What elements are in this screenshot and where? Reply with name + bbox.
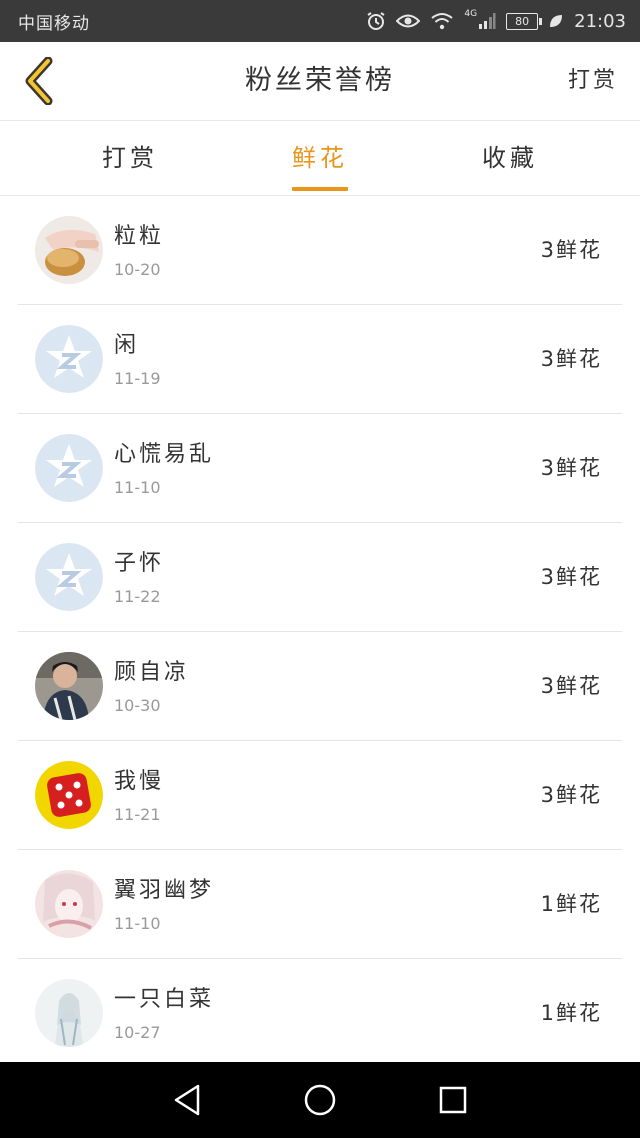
- list-item[interactable]: 闲 11-19 3鲜花: [18, 305, 622, 414]
- avatar: [35, 979, 103, 1047]
- list-item[interactable]: 顾自凉 10-30 3鲜花: [18, 632, 622, 741]
- list-item[interactable]: 子怀 11-22 3鲜花: [18, 523, 622, 632]
- header-bar: 粉丝荣誉榜 打赏: [0, 42, 640, 121]
- nav-home-button[interactable]: [290, 1070, 350, 1130]
- tab-bar: 打赏 鲜花 收藏: [0, 121, 640, 196]
- tab-reward[interactable]: 打赏: [50, 121, 210, 195]
- status-icons: 4G 80 21:03: [366, 9, 626, 32]
- flower-count: 3鲜花: [540, 783, 602, 807]
- default-avatar-icon: [35, 543, 103, 611]
- flower-count: 1鲜花: [540, 1001, 602, 1025]
- flower-count: 3鲜花: [540, 456, 602, 480]
- flower-count: 1鲜花: [540, 892, 602, 916]
- battery-icon: 80: [506, 12, 543, 30]
- status-bar: 中国移动 4G 80 21:03: [0, 0, 640, 42]
- list-item[interactable]: 翼羽幽梦 11-10 1鲜花: [18, 850, 622, 959]
- network-type-label: 4G: [464, 9, 478, 19]
- circle-home-icon: [304, 1084, 336, 1116]
- clock: 21:03: [574, 10, 626, 32]
- list-item[interactable]: 粒粒 10-20 3鲜花: [18, 196, 622, 305]
- triangle-back-icon: [174, 1084, 199, 1116]
- fan-name: 闲: [114, 333, 140, 358]
- avatar: [35, 216, 103, 284]
- page-title: 粉丝荣誉榜: [245, 65, 395, 96]
- fan-name: 顾自凉: [114, 660, 190, 685]
- leaf-icon: [548, 13, 564, 29]
- fan-list: 粒粒 10-20 3鲜花 闲 11-19 3鲜花 心慌易乱 11-10 3鲜花: [18, 196, 622, 1068]
- chevron-left-icon: [25, 57, 53, 105]
- list-item[interactable]: 一只白菜 10-27 1鲜花: [18, 959, 622, 1068]
- list-item[interactable]: 心慌易乱 11-10 3鲜花: [18, 414, 622, 523]
- reward-header-button[interactable]: 打赏: [568, 42, 618, 120]
- fan-date: 11-10: [114, 914, 161, 933]
- signal-icon: 4G: [464, 9, 496, 30]
- flower-count: 3鲜花: [540, 565, 602, 589]
- fan-date: 11-21: [114, 805, 161, 824]
- tab-active-indicator: [292, 187, 348, 191]
- avatar: [35, 652, 103, 720]
- fan-name: 翼羽幽梦: [114, 878, 215, 903]
- tab-favorites[interactable]: 收藏: [430, 121, 590, 195]
- fan-name: 子怀: [114, 551, 165, 576]
- back-button[interactable]: [14, 54, 64, 108]
- avatar: [35, 870, 103, 938]
- flower-count: 3鲜花: [540, 347, 602, 371]
- fan-name: 我慢: [114, 769, 165, 794]
- nav-recents-button[interactable]: [423, 1070, 483, 1130]
- nav-back-button[interactable]: [157, 1070, 217, 1130]
- fan-name: 粒粒: [114, 224, 165, 249]
- list-item[interactable]: 我慢 11-21 3鲜花: [18, 741, 622, 850]
- fan-date: 11-22: [114, 587, 161, 606]
- fan-name: 心慌易乱: [114, 442, 215, 467]
- eye-icon: [396, 12, 421, 30]
- carrier-label: 中国移动: [18, 13, 90, 34]
- alarm-icon: [366, 11, 386, 31]
- flower-count: 3鲜花: [540, 674, 602, 698]
- fan-date: 11-19: [114, 369, 161, 388]
- fan-date: 10-30: [114, 696, 161, 715]
- default-avatar-icon: [35, 434, 103, 502]
- square-recents-icon: [440, 1086, 467, 1114]
- dice-avatar-icon: [35, 761, 103, 829]
- fan-date: 11-10: [114, 478, 161, 497]
- tab-flowers-label: 鲜花: [292, 144, 348, 172]
- fan-name: 一只白菜: [114, 987, 215, 1012]
- fan-date: 10-27: [114, 1023, 161, 1042]
- battery-level: 80: [515, 14, 530, 28]
- flower-count: 3鲜花: [540, 238, 602, 262]
- default-avatar-icon: [35, 325, 103, 393]
- fan-date: 10-20: [114, 260, 161, 279]
- system-nav-bar: [0, 1062, 640, 1138]
- tab-flowers[interactable]: 鲜花: [240, 121, 400, 195]
- wifi-icon: [430, 12, 454, 30]
